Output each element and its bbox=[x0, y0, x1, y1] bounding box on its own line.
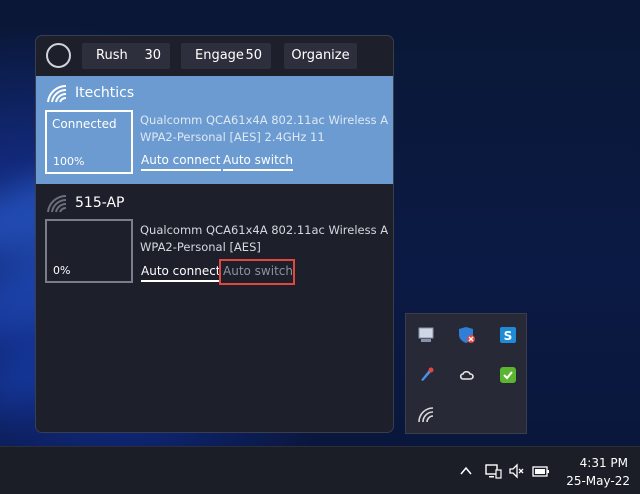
wifi-signal-icon bbox=[47, 194, 67, 213]
organize-button[interactable]: Organize bbox=[284, 43, 357, 69]
clock-date[interactable]: 25-May-22 bbox=[566, 474, 630, 488]
network-item-515-ap[interactable]: 515-AP 0% Qualcomm QCA61x4A 802.11ac Wir… bbox=[36, 186, 393, 296]
network-name: Itechtics bbox=[75, 85, 135, 101]
auto-switch-toggle[interactable]: Auto switch bbox=[223, 153, 293, 171]
green-shield-icon[interactable] bbox=[499, 366, 517, 384]
rocket-icon[interactable] bbox=[417, 366, 435, 384]
network-item-itechtics[interactable]: Itechtics Connected 100% Qualcomm QCA61x… bbox=[36, 76, 393, 184]
speaker-muted-icon[interactable] bbox=[508, 462, 526, 480]
toolbar: Rush 30 Engage 50 Organize bbox=[36, 36, 393, 76]
engage-button[interactable]: Engage 50 bbox=[181, 43, 271, 69]
highlight-box bbox=[219, 259, 295, 285]
wifi-manager-flyout: Rush 30 Engage 50 Organize Itechtics Con… bbox=[35, 35, 394, 433]
s-app-icon[interactable]: S bbox=[499, 326, 517, 344]
adapter-name: Qualcomm QCA61x4A 802.11ac Wireless Ad..… bbox=[140, 113, 388, 127]
clock-time[interactable]: 4:31 PM bbox=[580, 456, 628, 470]
defender-shield-icon[interactable] bbox=[458, 326, 476, 344]
rush-button[interactable]: Rush 30 bbox=[82, 43, 170, 69]
security-info: WPA2-Personal [AES] bbox=[140, 240, 261, 254]
power-circle-button[interactable] bbox=[46, 43, 71, 68]
network-name: 515-AP bbox=[75, 195, 125, 211]
tray-overflow-panel: S bbox=[405, 313, 527, 434]
signal-percent: 100% bbox=[53, 155, 85, 168]
chevron-up-icon[interactable] bbox=[457, 462, 475, 480]
taskbar: 4:31 PM 25-May-22 bbox=[0, 446, 640, 494]
wifi-signal-icon bbox=[47, 84, 67, 103]
rush-label: Rush bbox=[96, 48, 128, 63]
auto-connect-toggle[interactable]: Auto connect bbox=[141, 153, 221, 171]
monitor-icon[interactable] bbox=[417, 326, 435, 344]
security-info: WPA2-Personal [AES] 2.4GHz 11 bbox=[140, 130, 325, 144]
engage-label: Engage bbox=[195, 48, 244, 63]
signal-percent: 0% bbox=[53, 264, 71, 277]
rush-value: 30 bbox=[144, 48, 161, 63]
battery-icon[interactable] bbox=[532, 462, 550, 480]
svg-text:S: S bbox=[504, 329, 513, 343]
connection-status-box[interactable]: 0% bbox=[45, 219, 133, 283]
connection-status-box[interactable]: Connected 100% bbox=[45, 110, 133, 174]
network-icon[interactable] bbox=[484, 462, 502, 480]
creative-cloud-icon[interactable] bbox=[458, 366, 476, 384]
connection-status: Connected bbox=[52, 117, 117, 131]
engage-value: 50 bbox=[245, 48, 262, 63]
auto-connect-toggle[interactable]: Auto connect bbox=[141, 264, 221, 282]
adapter-name: Qualcomm QCA61x4A 802.11ac Wireless Ad..… bbox=[140, 223, 388, 237]
wifi-manager-icon[interactable] bbox=[417, 406, 435, 424]
